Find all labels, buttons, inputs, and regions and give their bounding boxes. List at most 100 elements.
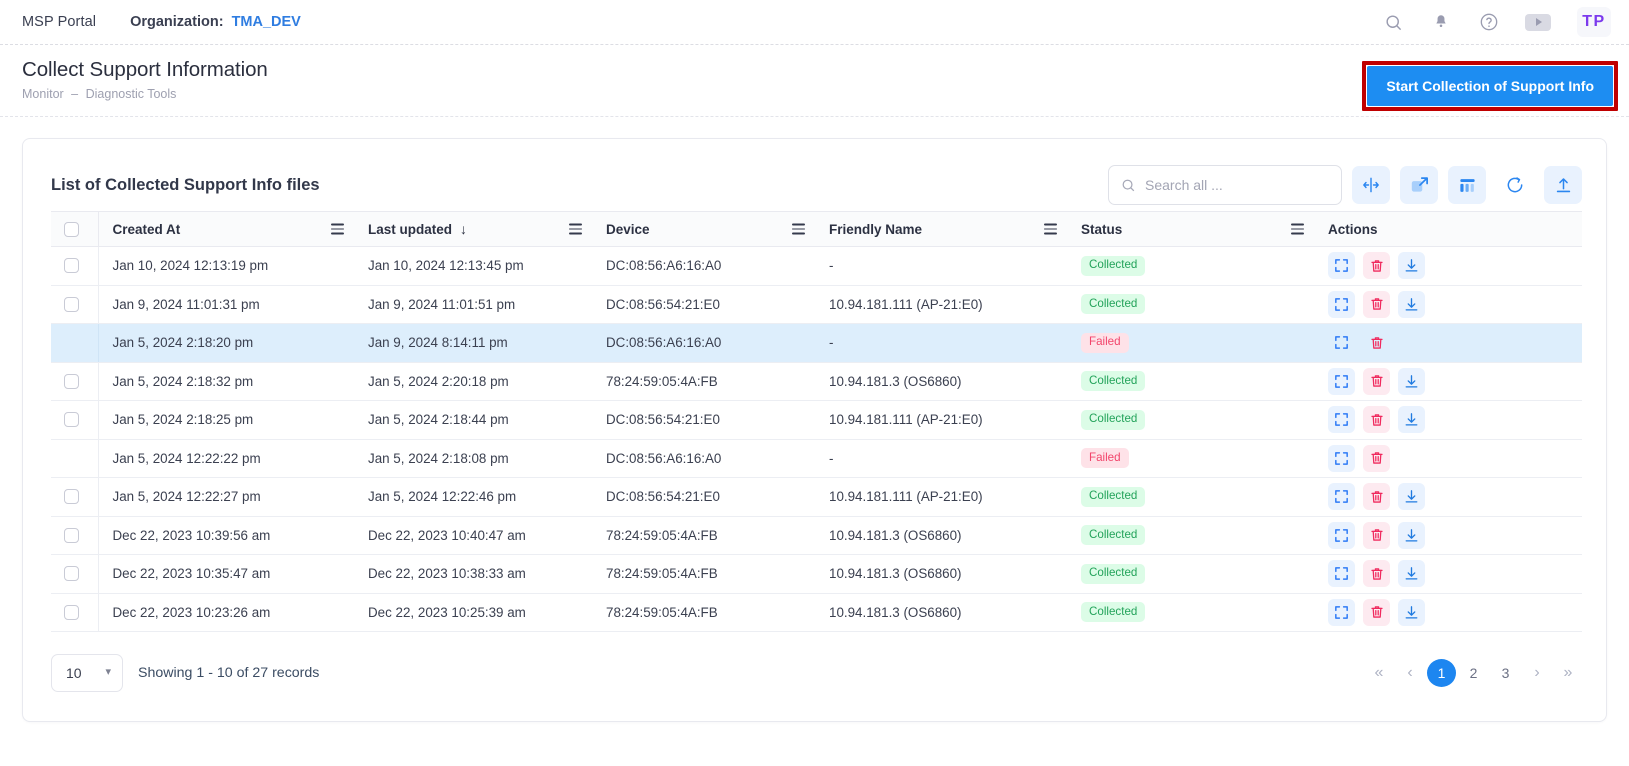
- table-row[interactable]: Jan 5, 2024 12:22:27 pmJan 5, 2024 12:22…: [51, 478, 1582, 517]
- video-icon[interactable]: [1525, 14, 1551, 31]
- table-row[interactable]: Dec 22, 2023 10:23:26 amDec 22, 2023 10:…: [51, 593, 1582, 632]
- cell-last-updated: Jan 9, 2024 11:01:51 pm: [354, 285, 592, 324]
- column-menu-icon[interactable]: [1044, 224, 1057, 235]
- row-select-cell: [51, 362, 98, 401]
- select-all-checkbox[interactable]: [64, 222, 79, 237]
- search-icon[interactable]: [1381, 10, 1405, 34]
- expand-icon[interactable]: [1328, 291, 1355, 318]
- previous-page-button[interactable]: ‹: [1396, 659, 1424, 687]
- column-header-status[interactable]: Status: [1067, 212, 1314, 247]
- delete-icon[interactable]: [1363, 522, 1390, 549]
- page-size-select[interactable]: 10 ▾: [51, 654, 123, 692]
- expand-icon[interactable]: [1328, 329, 1355, 356]
- expand-icon[interactable]: [1328, 445, 1355, 472]
- expand-icon[interactable]: [1328, 406, 1355, 433]
- expand-icon[interactable]: [1328, 368, 1355, 395]
- table-row[interactable]: Jan 5, 2024 12:22:22 pmJan 5, 2024 2:18:…: [51, 439, 1582, 478]
- expand-icon[interactable]: [1328, 522, 1355, 549]
- cell-device: DC:08:56:A6:16:A0: [592, 324, 815, 363]
- row-action-group: [1328, 329, 1582, 356]
- column-chooser-icon[interactable]: [1448, 166, 1486, 204]
- row-checkbox[interactable]: [64, 374, 79, 389]
- row-checkbox[interactable]: [64, 489, 79, 504]
- delete-icon[interactable]: [1363, 368, 1390, 395]
- row-action-group: [1328, 445, 1582, 472]
- column-header-created-at[interactable]: Created At: [98, 212, 354, 247]
- row-action-group: [1328, 368, 1582, 395]
- breadcrumb-separator: –: [71, 87, 78, 101]
- bell-icon[interactable]: [1429, 10, 1453, 34]
- table-row[interactable]: Jan 5, 2024 2:18:32 pmJan 5, 2024 2:20:1…: [51, 362, 1582, 401]
- column-header-last-updated[interactable]: Last updated ↓: [354, 212, 592, 247]
- sort-descending-icon[interactable]: ↓: [460, 222, 467, 236]
- table-row[interactable]: Jan 9, 2024 11:01:31 pmJan 9, 2024 11:01…: [51, 285, 1582, 324]
- download-icon[interactable]: [1398, 483, 1425, 510]
- delete-icon[interactable]: [1363, 329, 1390, 356]
- last-page-button[interactable]: »: [1554, 659, 1582, 687]
- row-checkbox[interactable]: [64, 566, 79, 581]
- search-input[interactable]: [1145, 177, 1329, 193]
- download-icon[interactable]: [1398, 599, 1425, 626]
- table-row[interactable]: Jan 5, 2024 2:18:25 pmJan 5, 2024 2:18:4…: [51, 401, 1582, 440]
- cell-last-updated: Jan 5, 2024 2:20:18 pm: [354, 362, 592, 401]
- row-select-cell: [51, 401, 98, 440]
- delete-icon[interactable]: [1363, 599, 1390, 626]
- delete-icon[interactable]: [1363, 406, 1390, 433]
- row-checkbox[interactable]: [64, 528, 79, 543]
- avatar[interactable]: TP: [1577, 7, 1611, 37]
- first-page-button[interactable]: «: [1365, 659, 1393, 687]
- table-row[interactable]: Jan 5, 2024 2:18:20 pmJan 9, 2024 8:14:1…: [51, 324, 1582, 363]
- delete-icon[interactable]: [1363, 445, 1390, 472]
- support-info-card: List of Collected Support Info files: [22, 138, 1607, 722]
- column-menu-icon[interactable]: [1291, 224, 1304, 235]
- row-action-group: [1328, 522, 1582, 549]
- refresh-icon[interactable]: [1496, 166, 1534, 204]
- column-menu-icon[interactable]: [569, 224, 582, 235]
- row-select-cell: [51, 478, 98, 517]
- row-checkbox[interactable]: [64, 297, 79, 312]
- column-header-friendly-name[interactable]: Friendly Name: [815, 212, 1067, 247]
- download-icon[interactable]: [1398, 291, 1425, 318]
- help-icon[interactable]: [1477, 10, 1501, 34]
- download-icon[interactable]: [1398, 252, 1425, 279]
- delete-icon[interactable]: [1363, 483, 1390, 510]
- table-row[interactable]: Dec 22, 2023 10:39:56 amDec 22, 2023 10:…: [51, 516, 1582, 555]
- download-icon[interactable]: [1398, 406, 1425, 433]
- download-icon[interactable]: [1398, 560, 1425, 587]
- cell-last-updated: Dec 22, 2023 10:40:47 am: [354, 516, 592, 555]
- expand-icon[interactable]: [1328, 252, 1355, 279]
- expand-icon[interactable]: [1328, 599, 1355, 626]
- cell-created-at: Jan 9, 2024 11:01:31 pm: [98, 285, 354, 324]
- page-button-2[interactable]: 2: [1459, 659, 1488, 687]
- breadcrumb: Monitor – Diagnostic Tools: [22, 87, 268, 101]
- table-row[interactable]: Jan 10, 2024 12:13:19 pmJan 10, 2024 12:…: [51, 247, 1582, 286]
- start-collection-of-support-info-button[interactable]: Start Collection of Support Info: [1367, 66, 1613, 106]
- expand-icon[interactable]: [1328, 560, 1355, 587]
- export-icon[interactable]: [1544, 166, 1582, 204]
- row-checkbox[interactable]: [64, 258, 79, 273]
- breadcrumb-item-monitor[interactable]: Monitor: [22, 87, 64, 101]
- column-header-device[interactable]: Device: [592, 212, 815, 247]
- page-button-1[interactable]: 1: [1427, 659, 1456, 687]
- download-icon[interactable]: [1398, 368, 1425, 395]
- fit-columns-icon[interactable]: [1352, 166, 1390, 204]
- download-icon[interactable]: [1398, 522, 1425, 549]
- search-box[interactable]: [1108, 165, 1342, 205]
- cell-device: 78:24:59:05:4A:FB: [592, 362, 815, 401]
- row-checkbox[interactable]: [64, 412, 79, 427]
- delete-icon[interactable]: [1363, 291, 1390, 318]
- organization-selector[interactable]: Organization: TMA_DEV: [130, 14, 301, 30]
- table-row[interactable]: Dec 22, 2023 10:35:47 amDec 22, 2023 10:…: [51, 555, 1582, 594]
- organization-name[interactable]: TMA_DEV: [232, 14, 301, 30]
- row-checkbox[interactable]: [64, 605, 79, 620]
- page-button-3[interactable]: 3: [1491, 659, 1520, 687]
- breadcrumb-item-diagnostic-tools[interactable]: Diagnostic Tools: [86, 87, 177, 101]
- expand-icon[interactable]: [1328, 483, 1355, 510]
- delete-icon[interactable]: [1363, 560, 1390, 587]
- next-page-button[interactable]: ›: [1523, 659, 1551, 687]
- column-menu-icon[interactable]: [792, 224, 805, 235]
- table-header-row: Created At Last updated ↓: [51, 212, 1582, 247]
- delete-icon[interactable]: [1363, 252, 1390, 279]
- column-menu-icon[interactable]: [331, 224, 344, 235]
- expand-icon[interactable]: [1400, 166, 1438, 204]
